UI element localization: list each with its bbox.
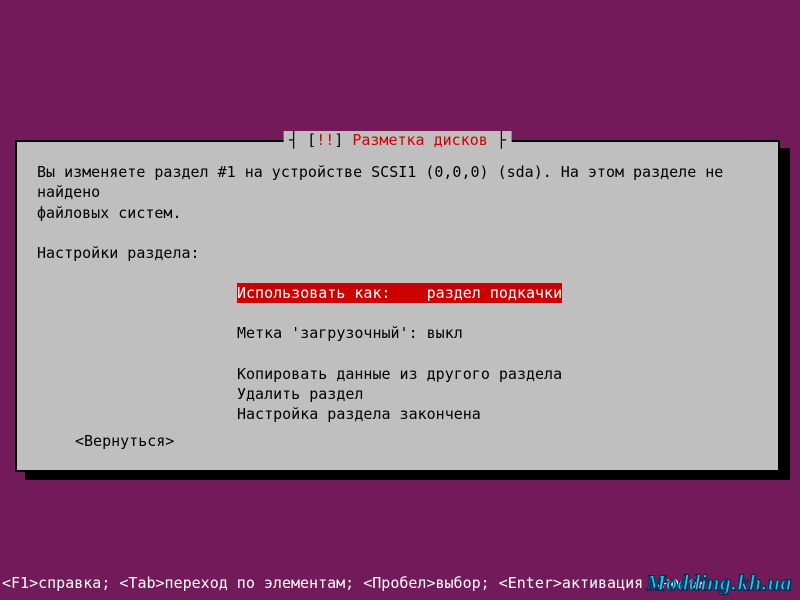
title-excl: !! — [316, 131, 334, 149]
body-text-line2: файловых систем. — [37, 203, 758, 223]
option-use-as[interactable]: Использовать как: раздел подкачки — [237, 283, 562, 303]
option-delete-partition[interactable]: Удалить раздел — [237, 384, 758, 404]
option-bootable-flag[interactable]: Метка 'загрузочный': выкл — [237, 323, 758, 343]
title-text: Разметка дисков — [352, 131, 487, 149]
partition-dialog: ┤ [!!] Разметка дисков ├ Вы изменяете ра… — [15, 140, 780, 472]
options-list: Использовать как: раздел подкачки Метка … — [237, 283, 758, 424]
settings-heading: Настройки раздела: — [37, 243, 758, 263]
title-bracket-mid: ] — [334, 131, 352, 149]
watermark: Modding.kh.ua — [646, 570, 792, 596]
use-as-label: Использовать как: — [237, 284, 427, 302]
dialog-title: ┤ [!!] Разметка дисков ├ — [283, 131, 512, 149]
bootable-value: выкл — [427, 324, 463, 342]
title-bracket-close: ├ — [488, 131, 506, 149]
option-copy-data[interactable]: Копировать данные из другого раздела — [237, 364, 758, 384]
bootable-label: Метка 'загрузочный': — [237, 324, 427, 342]
dialog-body: Вы изменяете раздел #1 на устройстве SCS… — [17, 142, 778, 434]
back-button[interactable]: <Вернуться> — [75, 432, 174, 450]
body-text-line1: Вы изменяете раздел #1 на устройстве SCS… — [37, 162, 758, 203]
use-as-value: раздел подкачки — [427, 284, 562, 302]
option-done-setup[interactable]: Настройка раздела закончена — [237, 404, 758, 424]
title-bracket-open: ┤ [ — [289, 131, 316, 149]
